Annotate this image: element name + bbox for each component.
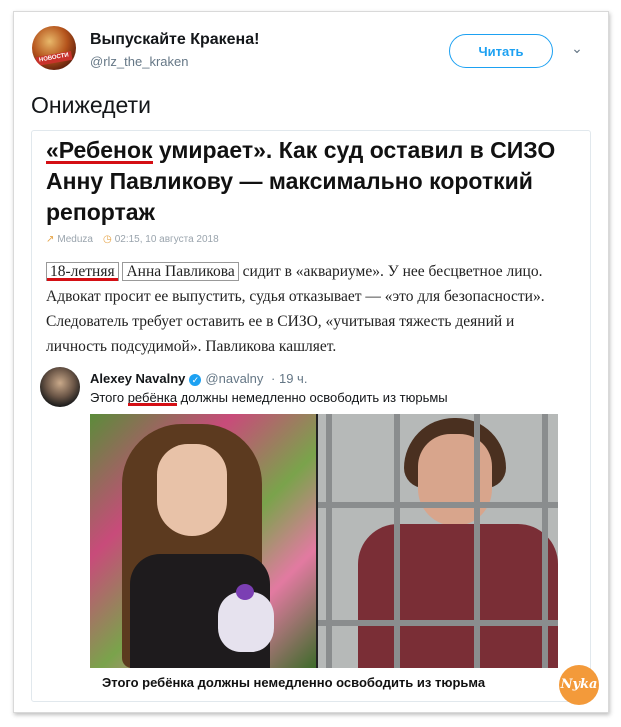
cage-bar bbox=[326, 414, 332, 668]
tweet-text: Онижедети bbox=[31, 92, 151, 118]
plush-toy-shape bbox=[218, 592, 274, 652]
body-name: Анна Павликова bbox=[122, 262, 239, 281]
plush-toy-mane bbox=[236, 584, 254, 600]
quoted-text-underlined: ребёнка bbox=[127, 390, 178, 405]
follow-button[interactable]: Читать bbox=[449, 34, 553, 68]
article-source: Meduza bbox=[57, 234, 93, 245]
headline-underlined-word: «Ребенок bbox=[46, 137, 153, 163]
right-shirt-shape bbox=[358, 524, 558, 668]
body-age: 18-летняя bbox=[46, 262, 119, 281]
quoted-text-part3: должны немедленно освободить из тюрьмы bbox=[177, 390, 448, 405]
cage-bar bbox=[318, 620, 558, 626]
verified-icon: ✓ bbox=[189, 373, 202, 386]
navalny-avatar[interactable] bbox=[40, 367, 80, 407]
quoted-author-handle[interactable]: @navalny bbox=[205, 371, 263, 386]
body-rest: сидит в «аквариуме». У нее бесцветное ли… bbox=[46, 263, 545, 355]
avatar-badge: НОВОСТИ bbox=[35, 50, 73, 67]
quoted-author: Alexey Navalny ✓ @navalny · 19 ч. bbox=[90, 371, 307, 386]
source-icon: ↗ bbox=[46, 234, 55, 245]
quoted-text-part1: Этого bbox=[90, 390, 128, 405]
tweet-card: НОВОСТИ Выпускайте Кракена! @rlz_the_kra… bbox=[13, 11, 609, 713]
photo-left-portrait bbox=[90, 414, 316, 668]
cage-bar bbox=[474, 414, 480, 668]
quoted-text: Этого ребёнка должны немедленно освободи… bbox=[90, 390, 448, 405]
right-face-shape bbox=[418, 434, 492, 526]
article-body: 18-летняя Анна Павликова сидит в «аквари… bbox=[46, 259, 578, 359]
photo-caption: Этого ребёнка должны немедленно освободи… bbox=[90, 668, 558, 698]
face-shape bbox=[157, 444, 227, 536]
watermark-logo: Nyka bbox=[559, 665, 599, 705]
clock-icon: ◷ bbox=[102, 234, 112, 245]
quoted-time: · 19 ч. bbox=[271, 371, 308, 386]
display-name[interactable]: Выпускайте Кракена! bbox=[90, 31, 259, 49]
article-headline: «Ребенок умирает». Как суд оставил в СИЗ… bbox=[46, 135, 582, 228]
cage-bar bbox=[318, 502, 558, 508]
cage-bar bbox=[542, 414, 548, 668]
quoted-photo[interactable] bbox=[90, 414, 558, 668]
photo-right-courtroom bbox=[318, 414, 558, 668]
chevron-down-icon[interactable]: ⌄ bbox=[569, 40, 585, 56]
article-timestamp: 02:15, 10 августа 2018 bbox=[114, 234, 219, 245]
article-screenshot: «Ребенок умирает». Как суд оставил в СИЗ… bbox=[31, 130, 591, 702]
quoted-author-name[interactable]: Alexey Navalny bbox=[90, 371, 185, 386]
cage-bar bbox=[394, 414, 400, 668]
avatar[interactable]: НОВОСТИ bbox=[32, 26, 76, 70]
user-handle[interactable]: @rlz_the_kraken bbox=[90, 54, 188, 69]
article-meta: ↗ Meduza ◷ 02:15, 10 августа 2018 bbox=[46, 234, 219, 245]
